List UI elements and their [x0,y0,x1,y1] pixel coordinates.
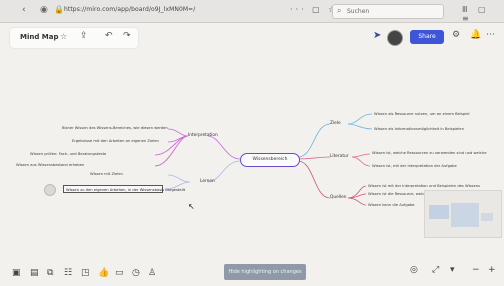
zoom-in-icon[interactable]: + [488,265,496,275]
minimap-viewport[interactable] [451,203,479,227]
mindmap-node[interactable]: Wissen als Ressource nutzen, um an einem… [374,112,470,117]
mindmap-node[interactable]: Wissen als Informationsmöglichkeit in Be… [374,127,464,132]
minimap-region [481,213,493,221]
integration-icon[interactable]: ♙ [148,268,156,278]
comment-icon[interactable]: ▣ [12,268,21,278]
timer-icon[interactable]: ◷ [132,268,140,278]
minimap[interactable] [424,190,502,238]
central-node[interactable]: Wissensbereich [240,153,300,167]
mindmap-node[interactable]: Wissen aus Wissensbestand erheben [16,163,84,168]
mindmap-node[interactable]: Wissen ist, welche Ressourcen zu verwend… [372,151,486,156]
mindmap-node[interactable]: Wissen ist, mit der Interpretation der A… [372,164,457,169]
mouse-cursor-icon: ↖ [188,202,195,211]
mindmap-node[interactable]: Wissen prüfen: Fach- und Beratungstexte [30,152,106,157]
mindmap-node[interactable]: Wissen kann die Aufgabe [368,203,415,208]
link-quellen [297,160,331,199]
board-canvas[interactable]: Wissensbereich Interpretation Lernen Zie… [0,0,504,286]
fit-screen-icon[interactable]: ⤢ [432,265,439,275]
frames-icon[interactable]: ⧉ [47,268,53,278]
chat-icon[interactable]: ▤ [30,268,39,278]
branch-interpretation[interactable]: Interpretation [188,133,218,138]
branch-quellen[interactable]: Quellen [330,195,347,200]
mindmap-node[interactable]: Wissen ist mit der Interpretation und Be… [368,184,480,189]
mindmap-node[interactable]: Ergebnisse mit den Arbeiten an eigenen Z… [72,139,159,144]
hide-highlighting-button[interactable]: Hide highlighting on changes [224,264,306,280]
sticky-icon[interactable]: ◳ [81,268,90,278]
thumbs-up-icon[interactable]: 👍 [98,268,109,278]
add-node-icon[interactable] [44,184,56,196]
link-interpretation [207,135,241,160]
bottom-toolbar: ▣ ▤ ⧉ ☷ ◳ 👍 ▭ ◷ ♙ [10,266,158,282]
video-icon[interactable]: ▭ [115,268,124,278]
selected-node[interactable]: Wissen zu den eigenen Arbeiten, in der W… [63,185,185,193]
link-ziele [297,123,331,158]
grid-icon[interactable]: ☷ [64,268,72,278]
mindmap-node[interactable]: Wissen mit Zielen [90,172,123,177]
zoom-out-icon[interactable]: − [472,265,480,275]
mindmap-node[interactable]: Bisher Wissen des Wissens-Bereiches, wie… [62,126,168,131]
minimap-region [429,205,449,219]
branch-lernen[interactable]: Lernen [200,179,215,184]
branch-literatur[interactable]: Literatur [330,154,349,159]
zoom-dropdown-icon[interactable]: ▾ [450,265,455,275]
globe-icon[interactable]: ◎ [410,265,418,275]
link-literatur [297,156,331,160]
branch-ziele[interactable]: Ziele [330,121,341,126]
